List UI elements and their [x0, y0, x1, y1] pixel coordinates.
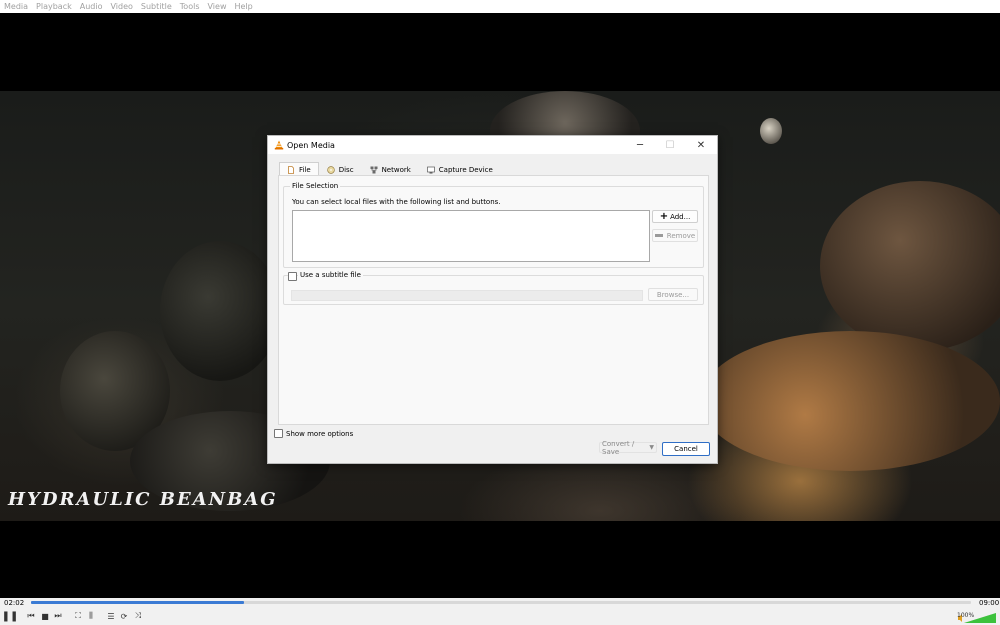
minimize-icon: ─ — [636, 139, 644, 151]
tab-capture-device-label: Capture Device — [438, 165, 493, 174]
minimize-button[interactable]: ─ — [625, 136, 655, 154]
browse-button[interactable]: Browse... — [648, 288, 698, 301]
pause-icon: ❚❚ — [1, 610, 19, 622]
menu-playback[interactable]: Playback — [32, 0, 76, 13]
subtitle-file-input[interactable] — [291, 290, 643, 301]
minus-icon — [654, 234, 663, 237]
menu-bar: Media Playback Audio Video Subtitle Tool… — [0, 0, 1000, 13]
fullscreen-icon: ⛶ — [75, 611, 81, 620]
subtitle-checkbox-label: Use a subtitle file — [298, 271, 363, 279]
playlist-icon: ☰ — [107, 611, 115, 621]
subtitle-group: Use a subtitle file Browse... — [283, 271, 704, 305]
file-selection-group: File Selection You can select local file… — [283, 182, 704, 268]
menu-media[interactable]: Media — [0, 0, 32, 13]
subtitle-checkbox[interactable] — [288, 272, 297, 281]
maximize-button[interactable]: ☐ — [655, 136, 685, 154]
close-button[interactable]: ✕ — [686, 136, 716, 154]
tab-file[interactable]: File — [279, 162, 319, 176]
video-caption: HYDRAULIC BEANBAG — [8, 489, 278, 510]
menu-video[interactable]: Video — [106, 0, 136, 13]
stop-button[interactable]: ■ — [40, 611, 50, 621]
capture-device-icon — [426, 166, 435, 173]
remove-button-label: Remove — [666, 231, 696, 240]
menu-help[interactable]: Help — [230, 0, 256, 13]
disc-icon — [327, 165, 335, 174]
file-selection-title: File Selection — [290, 182, 341, 190]
seek-progress — [31, 601, 245, 604]
player-controls: 02:02 09:00 ❚❚ ⏮ ■ ⏭ ⛶ ⫼ ☰ ⟳ ⤨ — [0, 598, 1000, 625]
plus-icon: + — [659, 210, 669, 222]
elapsed-time: 02:02 — [4, 599, 25, 607]
maximize-icon: ☐ — [665, 139, 675, 151]
convert-save-button[interactable]: Convert / Save ▼ — [599, 439, 657, 456]
fullscreen-button[interactable]: ⛶ — [73, 611, 83, 621]
pause-button[interactable]: ❚❚ — [2, 611, 19, 622]
convert-save-label: Convert / Save — [602, 439, 635, 456]
chevron-down-icon[interactable]: ▼ — [649, 444, 654, 451]
loop-icon: ⟳ — [120, 611, 128, 621]
menu-subtitle[interactable]: Subtitle — [137, 0, 176, 13]
tab-disc-label: Disc — [338, 165, 354, 174]
file-icon — [288, 165, 294, 174]
menu-tools[interactable]: Tools — [176, 0, 204, 13]
vlc-cone-icon — [274, 140, 284, 150]
dialog-title: Open Media — [287, 140, 335, 150]
rock-shape — [160, 241, 280, 381]
dialog-tabs: File Disc Network Capture Device — [279, 162, 501, 176]
menu-audio[interactable]: Audio — [76, 0, 107, 13]
show-more-options-label: Show more options — [286, 430, 354, 438]
skip-back-icon: ⏮ — [27, 611, 35, 620]
close-icon: ✕ — [696, 139, 706, 151]
cancel-button-label: Cancel — [674, 445, 698, 453]
rock-shape — [820, 181, 1000, 351]
cancel-button[interactable]: Cancel — [662, 442, 710, 456]
total-time: 09:00 — [979, 599, 1000, 607]
add-button[interactable]: + Add... — [652, 210, 698, 223]
skip-forward-icon: ⏭ — [54, 611, 62, 620]
show-more-options-checkbox[interactable] — [274, 429, 283, 438]
shuffle-button[interactable]: ⤨ — [133, 611, 143, 621]
remove-button[interactable]: Remove — [652, 229, 698, 242]
playlist-button[interactable]: ☰ — [106, 611, 116, 621]
pebble-shape — [760, 118, 782, 144]
menu-view[interactable]: View — [204, 0, 231, 13]
tab-network-label: Network — [381, 165, 411, 174]
file-selection-hint: You can select local files with the foll… — [292, 198, 501, 206]
dialog-titlebar[interactable]: Open Media ─ ☐ ✕ — [268, 136, 717, 154]
seek-bar[interactable] — [31, 601, 971, 604]
tab-file-label: File — [299, 165, 311, 174]
open-media-dialog: Open Media ─ ☐ ✕ File Disc Network Captu… — [267, 135, 718, 464]
loop-button[interactable]: ⟳ — [119, 611, 129, 621]
extended-settings-button[interactable]: ⫼ — [86, 611, 96, 621]
add-button-label: Add... — [670, 212, 691, 221]
previous-button[interactable]: ⏮ — [26, 611, 36, 621]
volume-percent: 100% — [957, 612, 975, 619]
stop-icon: ■ — [41, 611, 49, 621]
file-list[interactable] — [292, 210, 650, 262]
browse-button-label: Browse... — [656, 290, 690, 299]
rock-shape — [700, 331, 1000, 471]
tab-panel-file: File Selection You can select local file… — [278, 175, 709, 425]
equalizer-icon: ⫼ — [89, 611, 93, 620]
shuffle-icon: ⤨ — [134, 611, 142, 620]
network-icon — [370, 166, 378, 173]
next-button[interactable]: ⏭ — [53, 611, 63, 621]
